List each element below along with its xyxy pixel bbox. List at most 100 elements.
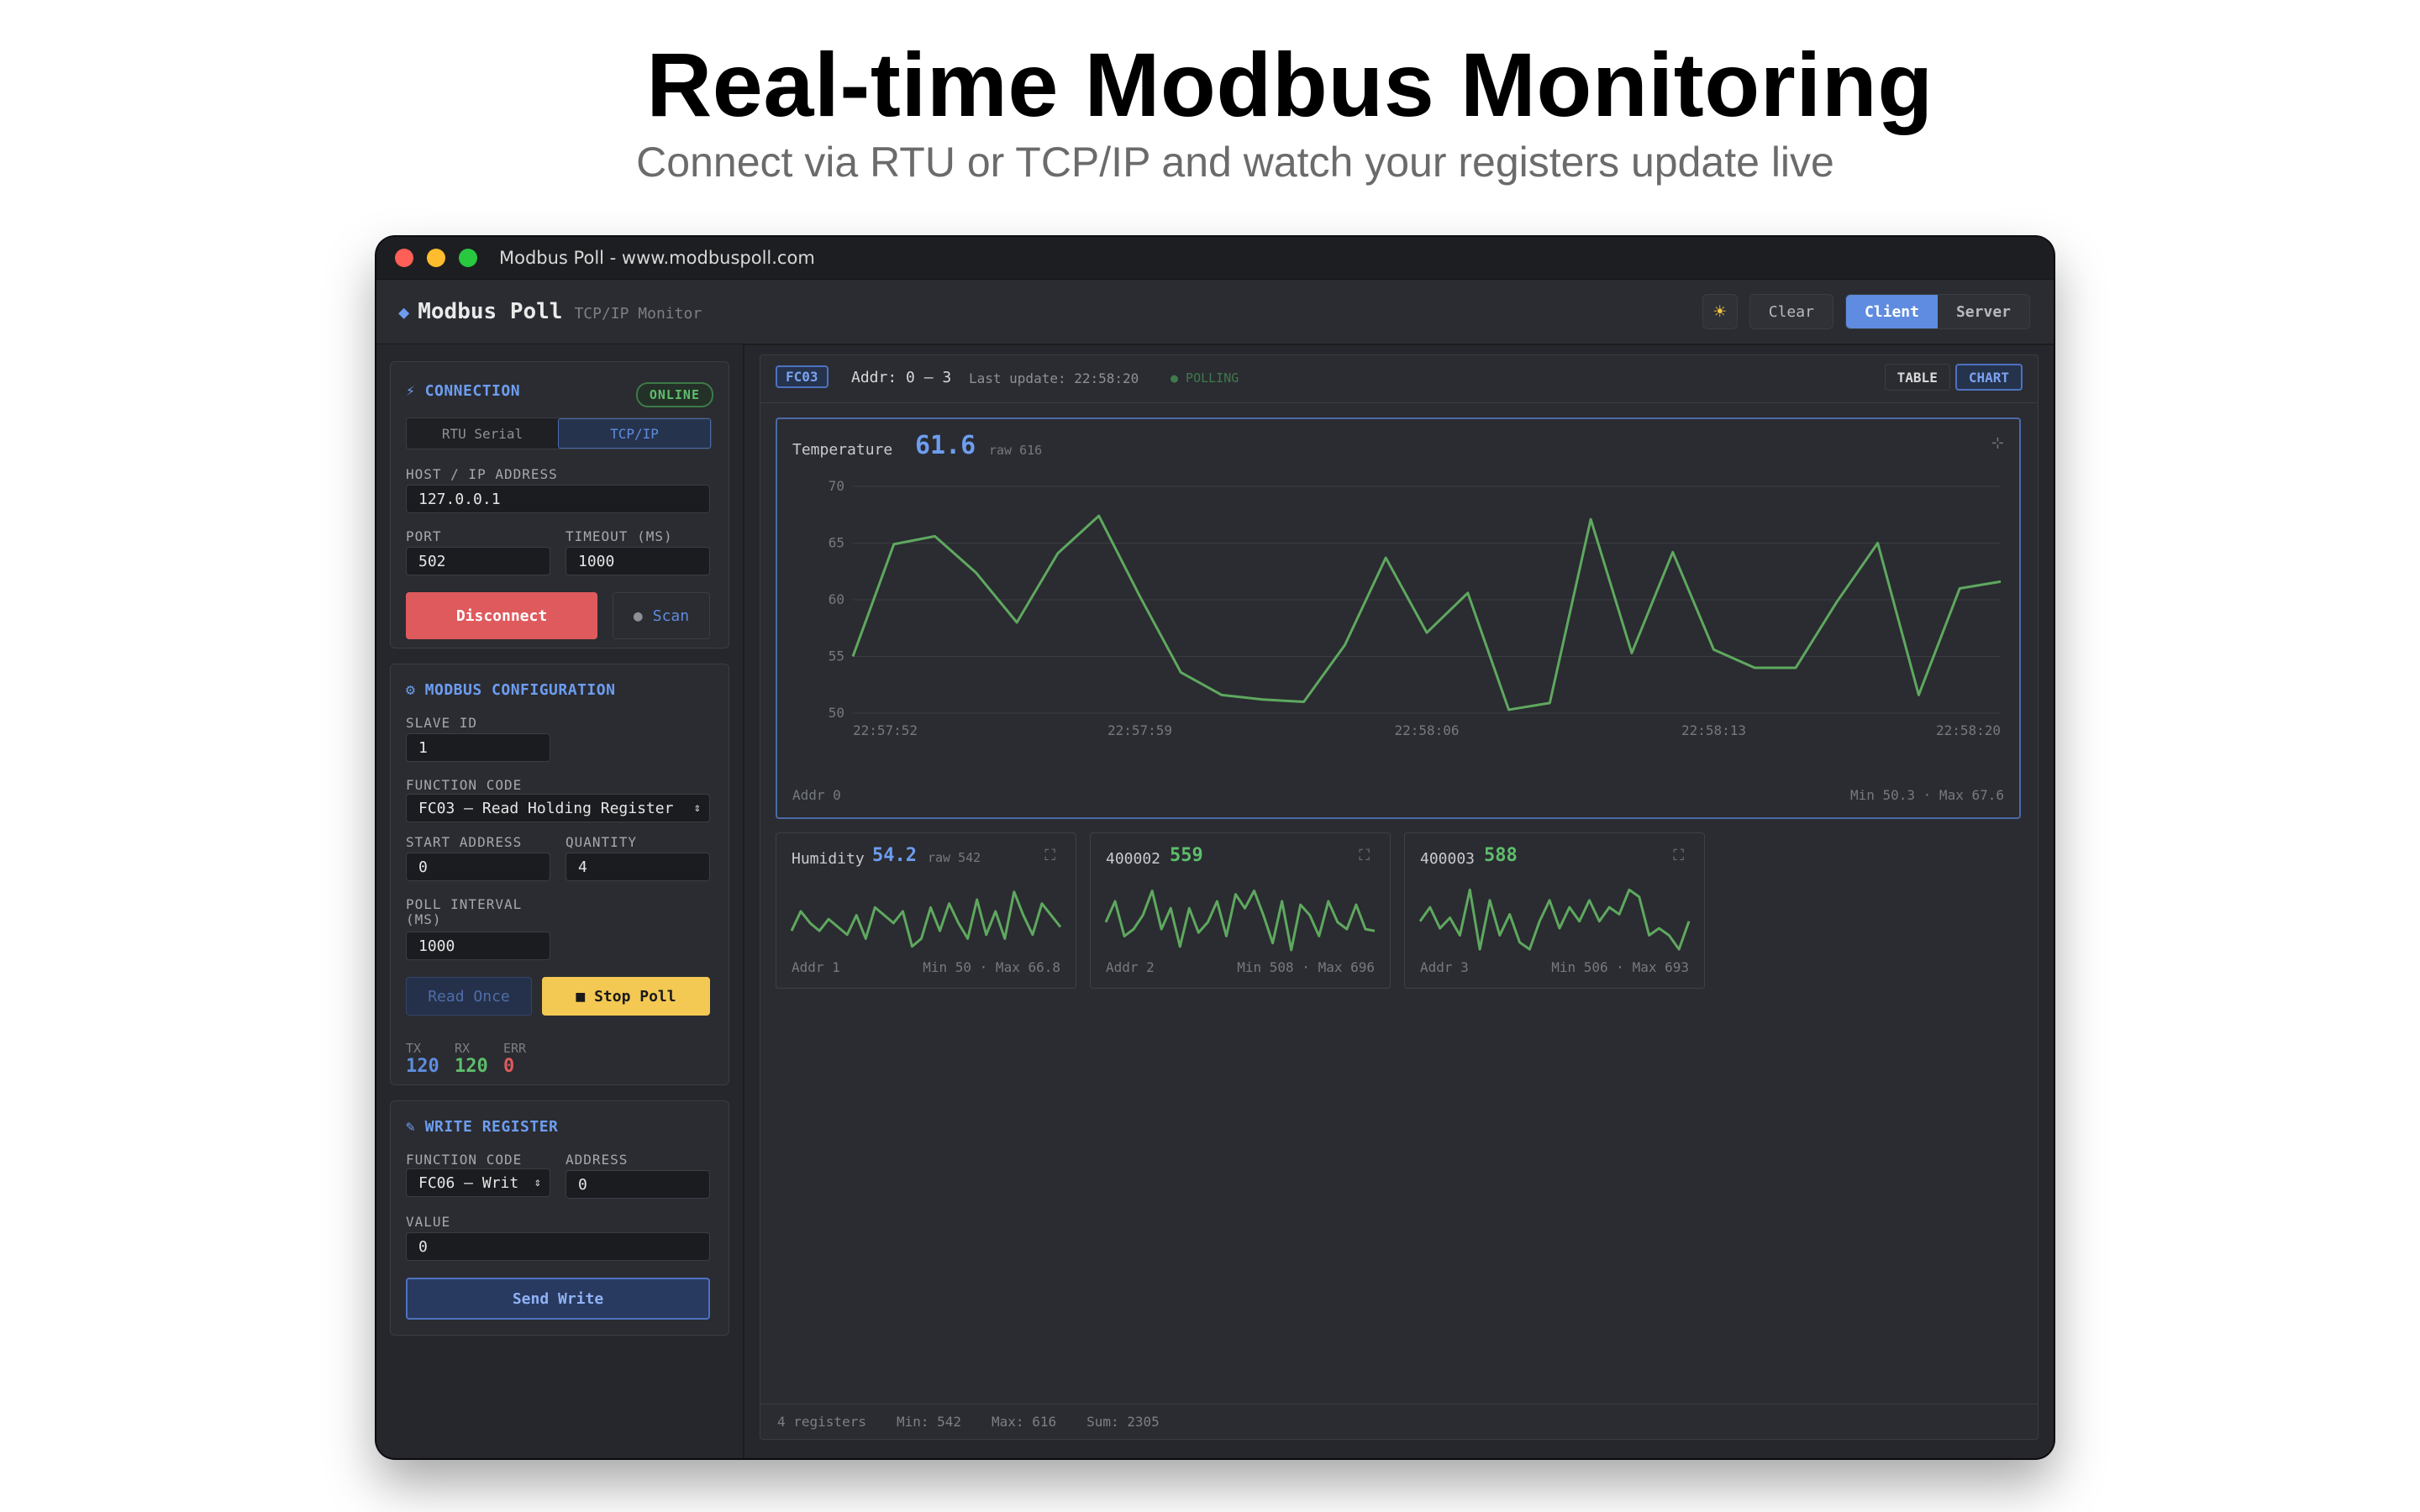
connection-panel: ⚡ CONNECTION ONLINE RTU Serial TCP/IP HO…: [390, 361, 729, 648]
x-tick-label: 22:57:59: [1107, 722, 1172, 738]
modbus-config-panel: ⚙ MODBUS CONFIGURATION SLAVE ID 1 FUNCTI…: [390, 664, 729, 1085]
fc-badge: FC03: [776, 365, 829, 388]
sparkline-series: [1104, 889, 1376, 952]
select-arrows-icon: ⇕: [693, 801, 701, 815]
register-400003-card[interactable]: 400003 588 ⛶ Addr 3 Min 506 · Max 693: [1404, 832, 1705, 989]
clear-button[interactable]: Clear: [1749, 294, 1833, 329]
select-arrows-icon: ⇕: [534, 1176, 541, 1189]
register-raw: raw 542: [928, 850, 981, 865]
theme-toggle-button[interactable]: ☀: [1702, 294, 1738, 329]
tx-label: TX: [406, 1041, 422, 1056]
magnifier-icon: ●: [633, 606, 643, 625]
series-line: [851, 514, 2002, 711]
minimize-window-button[interactable]: [427, 249, 445, 267]
send-write-button[interactable]: Send Write: [406, 1278, 710, 1320]
config-title: ⚙ MODBUS CONFIGURATION: [406, 681, 616, 699]
main-panel: FC03 Addr: 0 – 3 Last update: 22:58:20 ●…: [760, 354, 2039, 1440]
x-tick-label: 22:57:52: [853, 722, 918, 738]
write-address-input[interactable]: 0: [566, 1170, 710, 1199]
table-view-button[interactable]: TABLE: [1884, 364, 1950, 391]
stop-poll-button[interactable]: ■ Stop Poll: [542, 977, 710, 1016]
transport-tabs: RTU Serial TCP/IP: [406, 417, 712, 449]
function-code-label: FUNCTION CODE: [406, 777, 523, 793]
address-range: Addr: 0 – 3: [851, 369, 952, 386]
last-update: Last update: 22:58:20: [969, 370, 1139, 386]
brand-name: Modbus Poll: [418, 299, 563, 324]
tab-tcp-ip[interactable]: TCP/IP: [558, 418, 711, 449]
connection-title: ⚡ CONNECTION: [406, 382, 521, 400]
host-input[interactable]: 127.0.0.1: [406, 485, 710, 513]
function-code-value: FC03 — Read Holding Register: [418, 799, 674, 817]
chart-view-button[interactable]: CHART: [1954, 364, 2023, 391]
quantity-label: QUANTITY: [566, 834, 638, 850]
y-tick-label: 65: [829, 535, 844, 551]
footer-max: Max: 616: [992, 1414, 1057, 1430]
close-window-button[interactable]: [395, 249, 413, 267]
register-name: 400003: [1420, 850, 1476, 868]
register-count: 4 registers: [777, 1414, 866, 1430]
timeout-label: TIMEOUT (MS): [566, 528, 673, 544]
quantity-input[interactable]: 4: [566, 853, 710, 881]
zoom-window-button[interactable]: [459, 249, 477, 267]
err-count: 0: [503, 1056, 515, 1077]
sun-icon: ☀: [1713, 300, 1726, 323]
client-mode-button[interactable]: Client: [1845, 295, 1938, 328]
register-value: 559: [1170, 845, 1203, 866]
tab-rtu-serial[interactable]: RTU Serial: [407, 418, 558, 449]
poll-interval-label: POLL INTERVAL: [406, 896, 523, 912]
humidity-card[interactable]: Humidity 54.2 raw 542 ⛶ Addr 1 Min 50 · …: [776, 832, 1076, 989]
move-icon[interactable]: ⊹: [1991, 434, 2004, 452]
write-title: ✎ WRITE REGISTER: [406, 1118, 559, 1136]
brand-subtitle: TCP/IP Monitor: [574, 305, 702, 323]
start-address-input[interactable]: 0: [406, 853, 550, 881]
read-once-button[interactable]: Read Once: [406, 977, 532, 1016]
x-tick-label: 22:58:06: [1394, 722, 1459, 738]
register-400002-card[interactable]: 400002 559 ⛶ Addr 2 Min 508 · Max 696: [1090, 832, 1391, 989]
rx-label: RX: [455, 1041, 471, 1056]
expand-icon[interactable]: ⛶: [1044, 847, 1055, 864]
write-fc-value: FC06 — Writ: [418, 1173, 519, 1192]
poll-interval-input[interactable]: 1000: [406, 932, 550, 960]
register-minmax: Min 508 · Max 696: [1237, 959, 1375, 975]
port-input[interactable]: 502: [406, 547, 550, 575]
register-name: Temperature: [792, 441, 893, 459]
humidity-sparkline: [790, 890, 1062, 948]
footer-sum: Sum: 2305: [1086, 1414, 1160, 1430]
start-address-label: START ADDRESS: [406, 834, 523, 850]
main-header: FC03 Addr: 0 – 3 Last update: 22:58:20 ●…: [760, 355, 2038, 403]
sparkline-series: [790, 890, 1062, 948]
scan-label: Scan: [652, 606, 690, 625]
mode-switch: Client Server: [1844, 294, 2030, 329]
timeout-input[interactable]: 1000: [566, 547, 710, 575]
write-value-input[interactable]: 0: [406, 1232, 710, 1261]
expand-icon[interactable]: ⛶: [1359, 847, 1370, 864]
register-address: Addr 0: [792, 787, 841, 803]
register-address: Addr 1: [792, 959, 840, 975]
write-fc-label: FUNCTION CODE: [406, 1152, 523, 1168]
port-label: PORT: [406, 528, 442, 544]
rx-count: 120: [455, 1056, 488, 1077]
write-value-label: VALUE: [406, 1214, 451, 1230]
slave-id-label: SLAVE ID: [406, 715, 478, 731]
register-name: 400002: [1106, 850, 1161, 868]
function-code-select[interactable]: FC03 — Read Holding Register ⇕: [406, 794, 710, 822]
diamond-icon: ◆: [398, 302, 410, 323]
scan-button[interactable]: ● Scan: [613, 592, 710, 639]
register-400002-sparkline: [1104, 889, 1376, 952]
temperature-card[interactable]: Temperature 61.6 raw 616 ⊹ 50 55 60 65 70 22:…: [776, 417, 2021, 819]
status-badge: ONLINE: [635, 382, 713, 407]
slave-id-input[interactable]: 1: [406, 733, 550, 762]
temperature-chart: 50 55 60 65 70 22:57:52 22:57:59 22:58:06 22:58:…: [829, 478, 2002, 738]
polling-indicator: ● POLLING: [1171, 370, 1239, 386]
x-tick-label: 22:58:13: [1681, 722, 1746, 738]
expand-icon[interactable]: ⛶: [1673, 847, 1684, 864]
write-function-code-select[interactable]: FC06 — Writ ⇕: [406, 1168, 550, 1197]
poll-interval-unit: (MS): [406, 911, 442, 927]
y-tick-label: 50: [829, 705, 844, 721]
title-bar: Modbus Poll - www.modbuspoll.com: [376, 237, 2054, 280]
disconnect-button[interactable]: Disconnect: [406, 592, 597, 639]
register-minmax: Min 506 · Max 693: [1551, 959, 1689, 975]
register-minmax: Min 50.3 · Max 67.6: [1849, 787, 2004, 803]
server-mode-button[interactable]: Server: [1937, 295, 2029, 328]
y-tick-label: 55: [829, 648, 844, 664]
